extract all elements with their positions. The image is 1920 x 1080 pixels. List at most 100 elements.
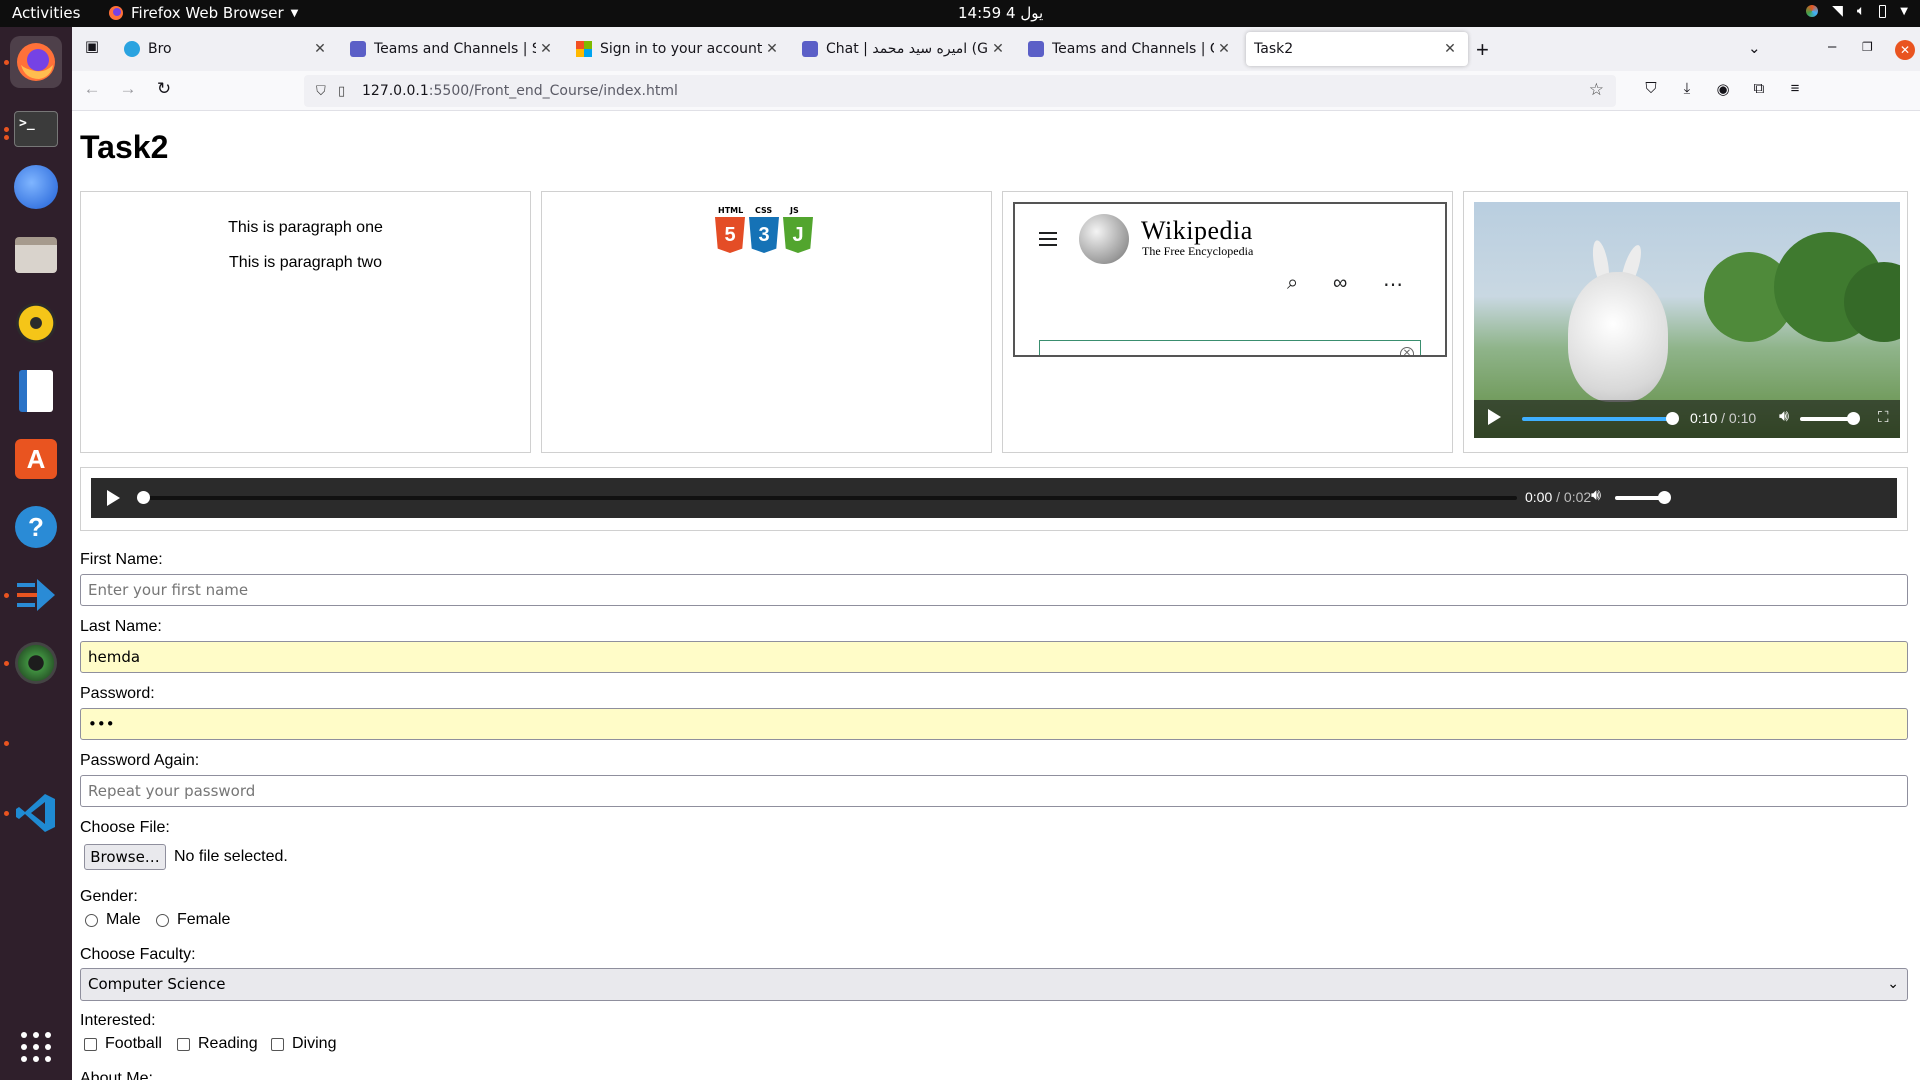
- firefox-view-icon[interactable]: ▣: [80, 37, 104, 61]
- wikipedia-iframe[interactable]: Wikipedia The Free Encyclopedia ⌕ ∞ ⋯ ✕: [1013, 202, 1447, 357]
- football-checkbox[interactable]: [84, 1038, 97, 1051]
- page-icon[interactable]: ▯: [338, 84, 352, 99]
- new-tab-icon[interactable]: +: [1476, 37, 1489, 63]
- nav-bar: ← → ↻ ⛉ ▯ 127.0.0.1:5500/Front_end_Cours…: [72, 71, 1920, 111]
- forward-icon[interactable]: →: [116, 79, 140, 103]
- last-name-label: Last Name:: [80, 618, 162, 635]
- close-icon[interactable]: ✕: [1440, 41, 1460, 57]
- hamburger-icon[interactable]: [1039, 228, 1057, 250]
- reading-checkbox[interactable]: [177, 1038, 190, 1051]
- minimize-icon[interactable]: –: [1828, 38, 1836, 55]
- audio-cell: 0:00 / 0:02 🔊︎: [80, 467, 1908, 531]
- bunny-character: [1568, 272, 1668, 402]
- diving-label: Diving: [292, 1035, 337, 1052]
- last-name-input[interactable]: hemda: [80, 641, 1908, 673]
- camera-icon[interactable]: [10, 637, 62, 689]
- page-title: Task2: [80, 129, 169, 165]
- tab-task2[interactable]: Task2 ✕: [1246, 32, 1468, 66]
- help-icon[interactable]: ?: [10, 501, 62, 553]
- paragraphs-cell: This is paragraph one This is paragraph …: [80, 191, 531, 453]
- paragraph-two: This is paragraph two: [229, 254, 382, 271]
- wifi-icon: ◥: [1832, 3, 1843, 19]
- close-icon[interactable]: ✕: [762, 41, 782, 57]
- restore-icon[interactable]: ❐: [1862, 40, 1873, 54]
- close-icon[interactable]: ✕: [536, 41, 556, 57]
- url-bar[interactable]: ⛉ ▯ 127.0.0.1:5500/Front_end_Course/inde…: [304, 75, 1616, 107]
- caret-down-icon: ▼: [290, 7, 299, 19]
- system-tray[interactable]: ◥ 🔈︎ ▼: [1806, 3, 1908, 19]
- gender-label: Gender:: [80, 888, 138, 905]
- volume-icon[interactable]: 🔊︎: [1591, 487, 1601, 505]
- app-menu[interactable]: Firefox Web Browser ▼: [108, 4, 298, 22]
- glasses-icon[interactable]: ∞: [1333, 272, 1347, 295]
- video-seek-thumb[interactable]: [1666, 412, 1679, 425]
- color-picker-icon: [1806, 5, 1819, 17]
- app-grid-icon[interactable]: [10, 1021, 62, 1073]
- teams-icon: [1028, 41, 1044, 57]
- video-player[interactable]: 0:10 / 0:10 🔊︎ ⛶: [1474, 202, 1900, 438]
- list-all-tabs-icon[interactable]: ⌄: [1748, 39, 1761, 57]
- vscode-icon[interactable]: [10, 787, 62, 839]
- fullscreen-icon[interactable]: ⛶: [1878, 409, 1889, 426]
- gender-female-radio[interactable]: [156, 914, 169, 927]
- audio-volume-thumb[interactable]: [1658, 491, 1671, 504]
- browse-button[interactable]: Browse…: [84, 844, 166, 870]
- password-again-label: Password Again:: [80, 752, 200, 769]
- account-icon[interactable]: ◉: [1712, 80, 1734, 98]
- faculty-select[interactable]: Computer Science ⌄: [80, 968, 1908, 1001]
- clear-icon[interactable]: ✕: [1400, 347, 1414, 355]
- gender-male-radio[interactable]: [85, 914, 98, 927]
- telegram-icon: [124, 41, 140, 57]
- audio-player[interactable]: 0:00 / 0:02 🔊︎: [91, 478, 1897, 518]
- audio-seek-bar[interactable]: [143, 496, 1517, 500]
- thunderbird-icon[interactable]: [10, 161, 62, 213]
- play-icon[interactable]: [107, 490, 120, 506]
- diving-checkbox[interactable]: [271, 1038, 284, 1051]
- password-input[interactable]: •••: [80, 708, 1908, 740]
- close-icon[interactable]: ✕: [310, 41, 330, 57]
- extensions-icon[interactable]: ⧉: [1748, 80, 1770, 97]
- tab-teams-chat[interactable]: Chat | اميره سيد محمد (Gu ✕: [794, 32, 1016, 66]
- menu-icon[interactable]: ≡: [1784, 80, 1806, 97]
- video-volume-slider[interactable]: [1800, 417, 1852, 421]
- search-icon[interactable]: ⌕: [1287, 272, 1298, 295]
- files-icon[interactable]: [10, 229, 62, 281]
- file-status: No file selected.: [174, 848, 288, 865]
- more-icon[interactable]: ⋯: [1383, 272, 1403, 297]
- volume-icon[interactable]: 🔊︎: [1779, 408, 1789, 426]
- remote-desktop-icon[interactable]: [10, 569, 62, 621]
- video-seek-bar[interactable]: [1522, 417, 1672, 421]
- bookmark-star-icon[interactable]: ☆: [1589, 80, 1604, 100]
- password-again-input[interactable]: Repeat your password: [80, 775, 1908, 807]
- reload-icon[interactable]: ↻: [152, 79, 176, 103]
- video-volume-thumb[interactable]: [1847, 412, 1860, 425]
- pocket-icon[interactable]: ⛉: [1640, 80, 1662, 97]
- tab-microsoft-signin[interactable]: Sign in to your account ✕: [568, 32, 790, 66]
- back-icon[interactable]: ←: [80, 79, 104, 103]
- close-icon[interactable]: ✕: [1214, 41, 1234, 57]
- terminal-icon[interactable]: >_: [10, 103, 62, 155]
- rhythmbox-icon[interactable]: [10, 297, 62, 349]
- play-icon[interactable]: [1488, 409, 1501, 425]
- writer-icon[interactable]: [10, 365, 62, 417]
- firefox-icon[interactable]: [10, 36, 62, 88]
- wiki-search-box[interactable]: ✕: [1039, 340, 1421, 355]
- activities-button[interactable]: Activities: [12, 4, 80, 22]
- window-close-icon[interactable]: ✕: [1895, 40, 1915, 60]
- teams-icon: [350, 41, 366, 57]
- tab-teams-settings[interactable]: Teams and Channels | Set ✕: [342, 32, 564, 66]
- firefox-window: ▣ Bro ✕ Teams and Channels | Set ✕ Sign …: [72, 27, 1920, 1080]
- tab-telegram[interactable]: Bro ✕: [116, 32, 338, 66]
- reading-label: Reading: [198, 1035, 258, 1052]
- close-icon[interactable]: ✕: [988, 41, 1008, 57]
- first-name-input[interactable]: Enter your first name: [80, 574, 1908, 606]
- clock[interactable]: 14:59 يول 4: [958, 4, 1043, 22]
- shield-icon[interactable]: ⛉: [316, 84, 330, 99]
- gender-female-label: Female: [177, 911, 231, 928]
- tab-teams-general[interactable]: Teams and Channels | Ge ✕: [1020, 32, 1242, 66]
- downloads-icon[interactable]: ⤓: [1676, 80, 1698, 97]
- wikipedia-globe-logo[interactable]: [1079, 214, 1129, 264]
- audio-seek-thumb[interactable]: [137, 491, 150, 504]
- app-center-icon[interactable]: A: [10, 433, 62, 485]
- wikipedia-wordmark[interactable]: Wikipedia: [1141, 216, 1253, 246]
